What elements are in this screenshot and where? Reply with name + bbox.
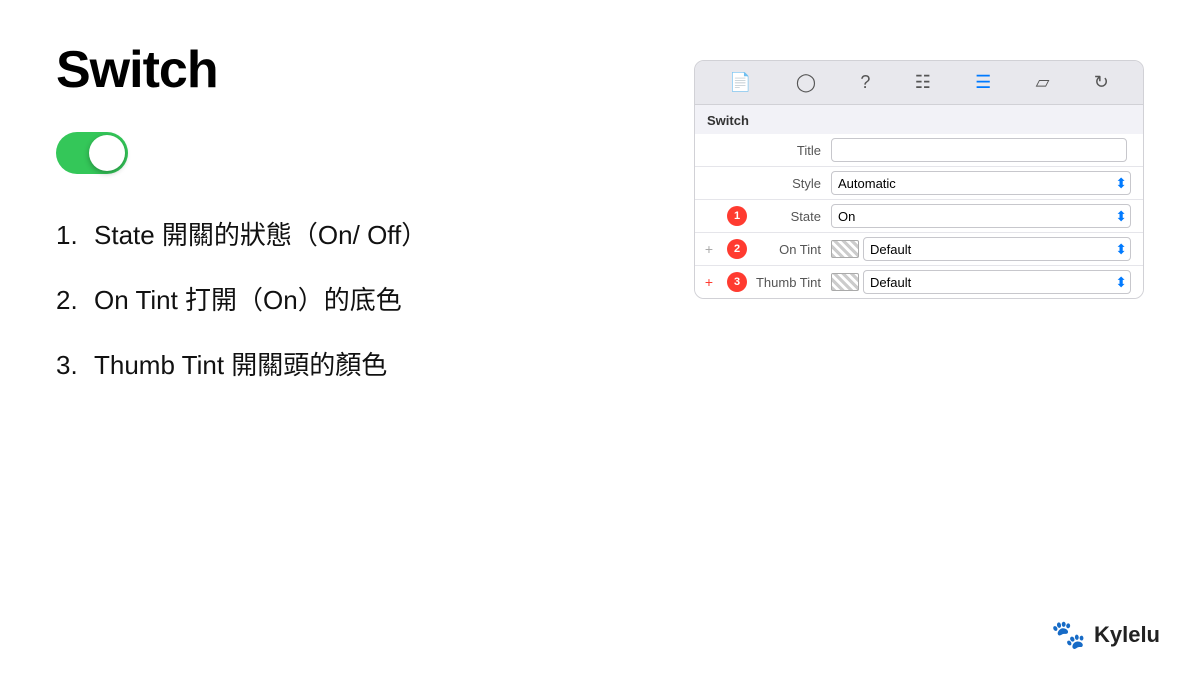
doc-icon[interactable]: 📄	[723, 69, 757, 96]
main-layout: Switch 1. State 開關的狀態（On/ Off） 2. On Tin…	[0, 0, 1200, 422]
ruler-icon[interactable]: ▱	[1030, 69, 1056, 96]
branding: 🐾 Kylelu	[1051, 618, 1160, 651]
brand-name: Kylelu	[1094, 622, 1160, 648]
ontint-label: On Tint	[751, 242, 831, 257]
ontint-row: + 2 On Tint Default ⬍	[695, 233, 1143, 266]
thumbtint-badge: 3	[727, 272, 747, 292]
ontint-color-preview	[831, 240, 859, 258]
thumbtint-prefix: +	[695, 274, 723, 290]
style-select-wrapper: Automatic ⬍	[831, 171, 1131, 195]
brand-icon: 🐾	[1051, 618, 1086, 651]
style-row: Style Automatic ⬍	[695, 167, 1143, 200]
toggle-switch[interactable]	[56, 132, 128, 174]
title-input[interactable]	[831, 138, 1127, 162]
list-text: On Tint 打開（On）的底色	[94, 280, 402, 317]
list-text: Thumb Tint 開關頭的顏色	[94, 345, 387, 382]
sliders-icon[interactable]: ☰	[969, 69, 997, 96]
refresh-icon[interactable]: ↻	[1088, 69, 1115, 96]
question-icon[interactable]: ?	[854, 69, 876, 96]
title-label: Title	[751, 143, 831, 158]
left-panel: Switch 1. State 開關的狀態（On/ Off） 2. On Tin…	[56, 40, 654, 382]
thumbtint-color-preview	[831, 273, 859, 291]
state-label: State	[751, 209, 831, 224]
title-row: Title	[695, 134, 1143, 167]
list-num: 3.	[56, 350, 86, 381]
state-badge: 1	[727, 206, 747, 226]
style-value: Automatic ⬍	[831, 171, 1135, 195]
state-select[interactable]: On Off	[831, 204, 1131, 228]
inspector-rows: Title Style Automatic	[695, 134, 1143, 298]
ontint-badge: 2	[727, 239, 747, 259]
thumbtint-select-wrapper: Default ⬍	[863, 270, 1131, 294]
toggle-thumb	[89, 135, 125, 171]
style-select[interactable]: Automatic	[831, 171, 1131, 195]
state-select-wrapper: On Off ⬍	[831, 204, 1131, 228]
right-panel: 📄 ◯ ? ☷ ☰ ▱ ↻ Switch Title	[694, 60, 1144, 382]
state-value: On Off ⬍	[831, 204, 1135, 228]
inspector-toolbar: 📄 ◯ ? ☷ ☰ ▱ ↻	[695, 61, 1143, 105]
grid-icon[interactable]: ☷	[909, 69, 937, 96]
list-num: 1.	[56, 220, 86, 251]
inspector-section-title: Switch	[695, 105, 1143, 134]
ontint-value: Default ⬍	[831, 237, 1135, 261]
state-row: 1 State On Off ⬍	[695, 200, 1143, 233]
page-title: Switch	[56, 40, 654, 100]
clock-icon[interactable]: ◯	[790, 69, 822, 96]
title-value	[831, 138, 1135, 162]
ontint-select[interactable]: Default	[863, 237, 1131, 261]
feature-list: 1. State 開關的狀態（On/ Off） 2. On Tint 打開（On…	[56, 215, 654, 382]
thumbtint-value: Default ⬍	[831, 270, 1135, 294]
list-item: 3. Thumb Tint 開關頭的顏色	[56, 345, 654, 382]
thumbtint-select[interactable]: Default	[863, 270, 1131, 294]
list-item: 1. State 開關的狀態（On/ Off）	[56, 215, 654, 252]
thumbtint-row: + 3 Thumb Tint Default ⬍	[695, 266, 1143, 298]
ontint-select-wrapper: Default ⬍	[863, 237, 1131, 261]
thumbtint-label: Thumb Tint	[751, 275, 831, 290]
toggle-container	[56, 132, 654, 179]
list-text: State 開關的狀態（On/ Off）	[94, 215, 427, 252]
list-item: 2. On Tint 打開（On）的底色	[56, 280, 654, 317]
style-label: Style	[751, 176, 831, 191]
inspector-box: 📄 ◯ ? ☷ ☰ ▱ ↻ Switch Title	[694, 60, 1144, 299]
list-num: 2.	[56, 285, 86, 316]
ontint-prefix: +	[695, 241, 723, 257]
